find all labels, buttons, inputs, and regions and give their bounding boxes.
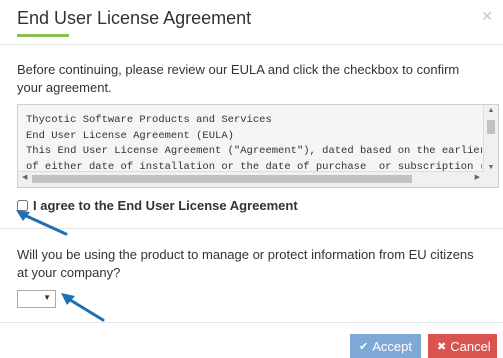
- section-divider: [0, 228, 503, 229]
- eula-line: This End User License Agreement ("Agreem…: [26, 145, 482, 157]
- scroll-corner: [484, 172, 498, 187]
- arrow-annotation-select: [61, 293, 105, 322]
- scroll-up-icon[interactable]: ▲: [484, 107, 498, 114]
- x-icon: ✖: [437, 340, 447, 353]
- horizontal-scrollbar[interactable]: ◀ ▶: [18, 171, 484, 187]
- vertical-scroll-thumb[interactable]: [487, 120, 495, 134]
- eu-question: Will you be using the product to manage …: [17, 247, 474, 280]
- cancel-label: Cancel: [450, 338, 491, 354]
- vertical-scrollbar[interactable]: ▲ ▼: [483, 105, 498, 173]
- eu-citizens-select[interactable]: ▼: [17, 290, 56, 308]
- page-title: End User License Agreement: [17, 8, 252, 28]
- eula-textbox[interactable]: Thycotic Software Products and Services E…: [17, 104, 499, 188]
- eula-text: Thycotic Software Products and Services E…: [26, 113, 482, 175]
- intro-text: Before continuing, please review our EUL…: [17, 62, 460, 95]
- accept-label: Accept: [372, 338, 412, 354]
- close-icon[interactable]: ✕: [481, 8, 493, 25]
- scroll-down-icon[interactable]: ▼: [484, 164, 498, 171]
- eula-line: End User License Agreement (EULA): [26, 129, 234, 142]
- scroll-left-icon[interactable]: ◀: [22, 173, 27, 181]
- title-underline: [17, 34, 69, 37]
- check-icon: ✔: [359, 340, 369, 353]
- scroll-right-icon[interactable]: ▶: [475, 173, 480, 181]
- horizontal-scroll-thumb[interactable]: [32, 175, 412, 183]
- chevron-down-icon: ▼: [43, 293, 51, 302]
- header-divider: [0, 44, 503, 45]
- cancel-button[interactable]: ✖ Cancel: [428, 334, 497, 358]
- agree-label[interactable]: I agree to the End User License Agreemen…: [33, 198, 298, 213]
- eula-line: Thycotic Software Products and Services: [26, 114, 272, 126]
- accept-button[interactable]: ✔ Accept: [350, 334, 421, 358]
- arrow-annotation-checkbox: [16, 210, 68, 236]
